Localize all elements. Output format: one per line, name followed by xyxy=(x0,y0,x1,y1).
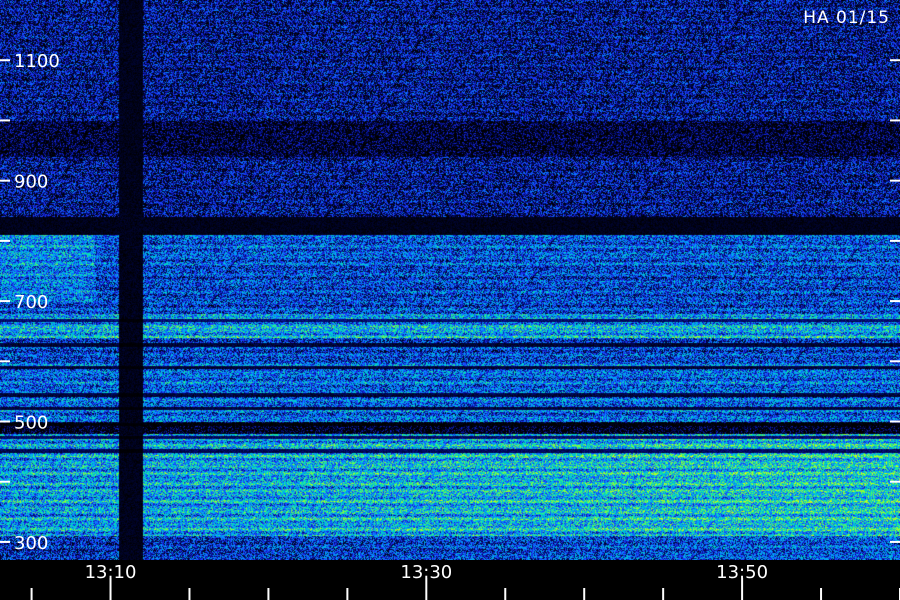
x-tick-label-1330: 13:30 xyxy=(400,562,452,583)
x-tick-label-1350: 13:50 xyxy=(716,562,768,583)
y-tick-label-900: 900 xyxy=(14,172,48,193)
y-tick-label-1100: 1100 xyxy=(14,51,60,72)
dynamic-spectrum-chart: 300 500 700 900 1100 13:10 13:30 13:50 HA 01/1… xyxy=(0,0,900,600)
spectrum-canvas-holder xyxy=(0,0,900,560)
y-tick-label-700: 700 xyxy=(14,292,48,313)
y-tick-label-300: 300 xyxy=(14,533,48,554)
station-date-label: HA 01/15 xyxy=(803,8,890,28)
spectrum-intensity-map xyxy=(0,0,900,560)
x-tick-label-1310: 13:10 xyxy=(85,562,137,583)
y-tick-label-500: 500 xyxy=(14,413,48,434)
